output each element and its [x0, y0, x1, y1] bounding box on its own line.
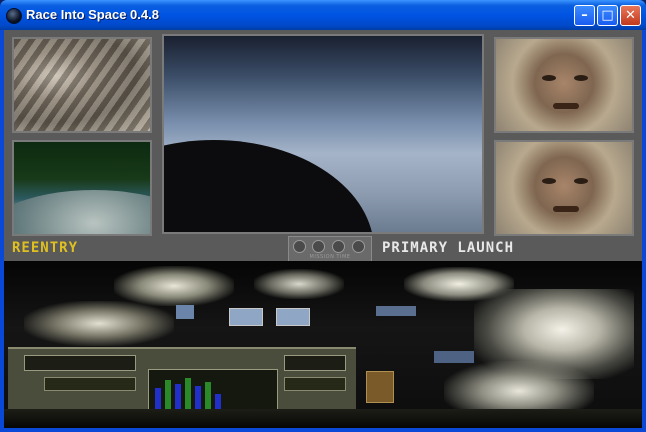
title-bar[interactable]: Race Into Space 0.4.8 – □ ✕ — [0, 0, 646, 30]
cockpit-screen — [176, 305, 194, 319]
panel-readout — [284, 377, 346, 391]
cockpit-floor — [4, 409, 642, 428]
spacecraft-silhouette — [164, 140, 374, 232]
window-frame-right — [642, 30, 646, 432]
mission-timer: MISSION TIME — [288, 236, 372, 262]
primary-launch-label: PRIMARY LAUNCH — [382, 240, 515, 256]
app-icon[interactable] — [6, 8, 22, 24]
cockpit-screen — [276, 308, 310, 326]
timer-dial-icon — [352, 240, 365, 253]
main-space-view — [162, 34, 484, 234]
game-viewport[interactable]: REENTRY MISSION TIME PRIMARY LAUNCH — [4, 30, 642, 428]
timer-dial-icon — [312, 240, 325, 253]
cockpit-screen — [376, 306, 416, 316]
panel-readout — [284, 355, 346, 371]
cockpit-light — [114, 266, 234, 306]
timer-dial-icon — [332, 240, 345, 253]
cockpit-panel — [4, 261, 642, 428]
minimize-icon: – — [581, 8, 588, 23]
maximize-icon: □ — [601, 8, 614, 23]
reentry-texture — [14, 39, 150, 131]
cockpit-light — [24, 301, 174, 346]
cockpit-screen — [434, 351, 474, 363]
warning-light — [366, 371, 394, 403]
window-frame-bottom — [0, 428, 646, 432]
timer-caption: MISSION TIME — [309, 254, 351, 260]
earth-horizon — [14, 190, 150, 234]
astronaut-portrait-2 — [494, 140, 634, 236]
panel-readout — [24, 355, 136, 371]
close-button[interactable]: ✕ — [620, 5, 641, 26]
app-window: Race Into Space 0.4.8 – □ ✕ REENTRY MISS… — [0, 0, 646, 432]
window-title: Race Into Space 0.4.8 — [26, 7, 159, 22]
astronaut-eye — [574, 75, 588, 81]
cockpit-light — [254, 269, 344, 299]
astronaut-mouth — [553, 206, 579, 212]
cockpit-screen — [229, 308, 263, 326]
close-icon: ✕ — [625, 8, 636, 23]
reentry-video-screen — [12, 37, 152, 133]
reentry-label: REENTRY — [12, 240, 79, 256]
astronaut-eye — [542, 75, 556, 81]
astronaut-eye — [574, 178, 588, 184]
astronaut-mouth — [553, 103, 579, 109]
maximize-button[interactable]: □ — [597, 5, 618, 26]
mission-console: REENTRY MISSION TIME PRIMARY LAUNCH — [4, 30, 642, 262]
panel-readout — [44, 377, 136, 391]
astronaut-portrait-1 — [494, 37, 634, 133]
astronaut-eye — [542, 178, 556, 184]
minimize-button[interactable]: – — [574, 5, 595, 26]
earth-view-screen — [12, 140, 152, 236]
timer-dial-icon — [293, 240, 306, 253]
